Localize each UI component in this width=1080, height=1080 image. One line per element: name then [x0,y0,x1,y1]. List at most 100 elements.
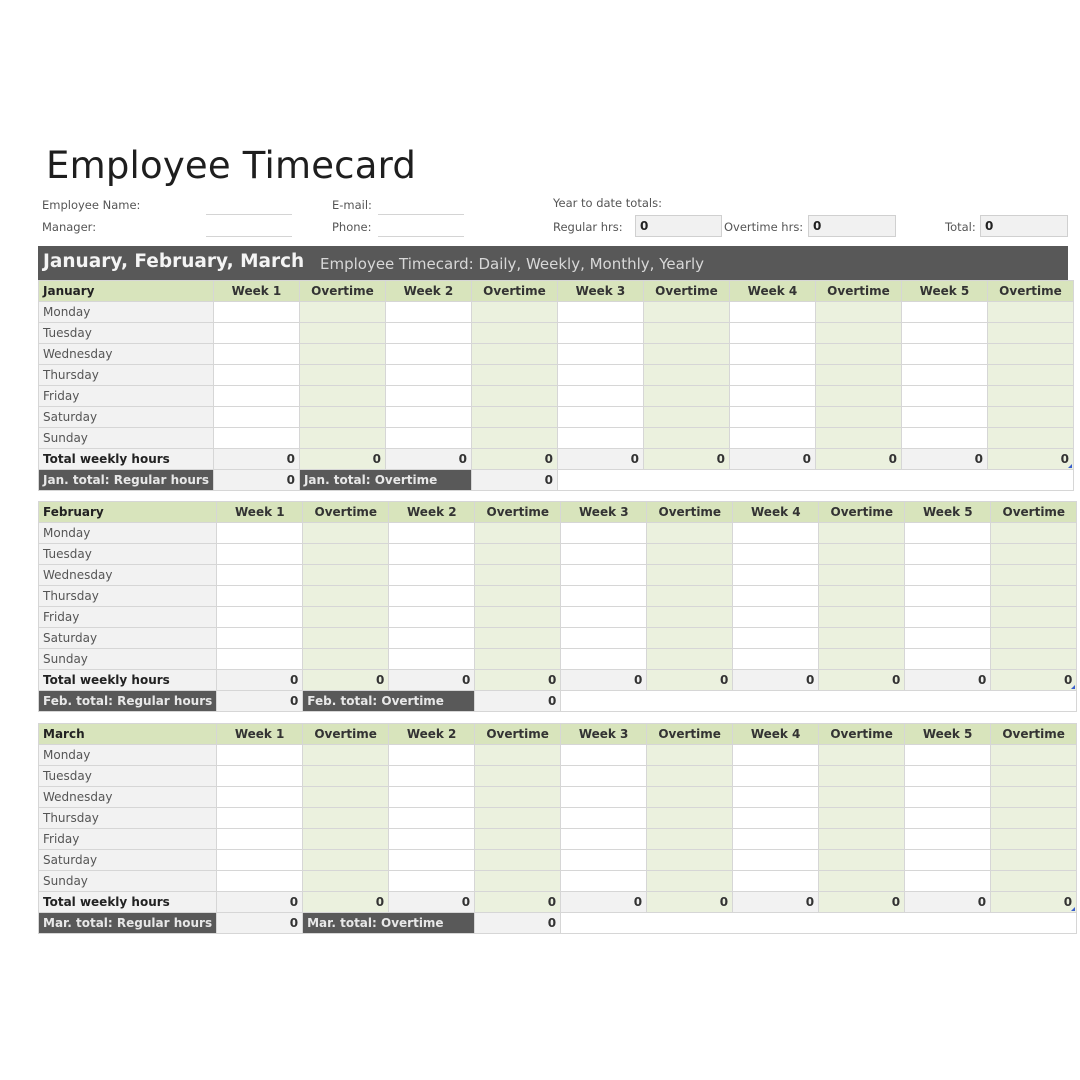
regular-hours-cell[interactable] [904,543,992,565]
regular-hours-cell[interactable] [560,828,648,850]
overtime-hours-cell[interactable] [990,870,1078,892]
overtime-hours-cell[interactable] [818,828,906,850]
overtime-hours-cell[interactable] [302,744,390,766]
overtime-hours-cell[interactable] [990,585,1078,607]
regular-hours-cell[interactable] [904,744,992,766]
overtime-hours-cell[interactable] [814,301,902,323]
regular-hours-cell[interactable] [216,522,304,544]
overtime-hours-cell[interactable] [474,786,562,808]
regular-hours-cell[interactable] [904,807,992,829]
regular-hours-cell[interactable] [212,385,300,407]
regular-hours-cell[interactable] [556,427,644,449]
overtime-hours-cell[interactable] [302,606,390,628]
overtime-hours-cell[interactable] [302,585,390,607]
overtime-hours-cell[interactable] [302,564,390,586]
ytd-total-value[interactable]: 0 [980,215,1068,237]
overtime-hours-cell[interactable] [646,786,734,808]
regular-hours-cell[interactable] [732,870,820,892]
overtime-hours-cell[interactable] [990,786,1078,808]
regular-hours-cell[interactable] [388,606,476,628]
overtime-hours-cell[interactable] [990,543,1078,565]
regular-hours-cell[interactable] [732,543,820,565]
regular-hours-cell[interactable] [384,322,472,344]
overtime-hours-cell[interactable] [646,870,734,892]
regular-hours-cell[interactable] [556,301,644,323]
overtime-hours-cell[interactable] [470,427,558,449]
regular-hours-cell[interactable] [384,364,472,386]
regular-hours-cell[interactable] [388,564,476,586]
overtime-hours-cell[interactable] [302,870,390,892]
overtime-hours-cell[interactable] [818,627,906,649]
regular-hours-cell[interactable] [556,364,644,386]
overtime-hours-cell[interactable] [818,786,906,808]
overtime-hours-cell[interactable] [990,849,1078,871]
overtime-hours-cell[interactable] [818,543,906,565]
overtime-hours-cell[interactable] [470,385,558,407]
regular-hours-cell[interactable] [216,870,304,892]
overtime-hours-cell[interactable] [642,322,730,344]
regular-hours-cell[interactable] [212,364,300,386]
regular-hours-cell[interactable] [728,364,816,386]
regular-hours-cell[interactable] [728,301,816,323]
overtime-hours-cell[interactable] [302,828,390,850]
regular-hours-cell[interactable] [388,585,476,607]
overtime-hours-cell[interactable] [646,765,734,787]
overtime-hours-cell[interactable] [818,765,906,787]
overtime-hours-cell[interactable] [818,564,906,586]
overtime-hours-cell[interactable] [986,343,1074,365]
overtime-hours-cell[interactable] [298,406,386,428]
regular-hours-cell[interactable] [560,786,648,808]
regular-hours-cell[interactable] [904,627,992,649]
regular-hours-cell[interactable] [732,627,820,649]
regular-hours-cell[interactable] [556,322,644,344]
overtime-hours-cell[interactable] [474,585,562,607]
overtime-hours-cell[interactable] [298,343,386,365]
regular-hours-cell[interactable] [732,564,820,586]
regular-hours-cell[interactable] [732,744,820,766]
regular-hours-cell[interactable] [384,427,472,449]
regular-hours-cell[interactable] [212,343,300,365]
overtime-hours-cell[interactable] [814,427,902,449]
overtime-hours-cell[interactable] [818,807,906,829]
regular-hours-cell[interactable] [728,385,816,407]
regular-hours-cell[interactable] [388,522,476,544]
regular-hours-cell[interactable] [732,786,820,808]
regular-hours-cell[interactable] [904,564,992,586]
overtime-hours-cell[interactable] [986,322,1074,344]
overtime-hours-cell[interactable] [646,849,734,871]
overtime-hours-cell[interactable] [474,828,562,850]
overtime-hours-cell[interactable] [474,807,562,829]
overtime-hours-cell[interactable] [302,765,390,787]
regular-hours-cell[interactable] [212,406,300,428]
regular-hours-cell[interactable] [732,585,820,607]
overtime-hours-cell[interactable] [642,385,730,407]
email-field[interactable] [378,214,464,215]
overtime-hours-cell[interactable] [990,648,1078,670]
overtime-hours-cell[interactable] [298,301,386,323]
regular-hours-cell[interactable] [560,522,648,544]
regular-hours-cell[interactable] [384,343,472,365]
regular-hours-cell[interactable] [556,406,644,428]
regular-hours-cell[interactable] [216,828,304,850]
regular-hours-cell[interactable] [560,585,648,607]
regular-hours-cell[interactable] [556,343,644,365]
regular-hours-cell[interactable] [216,543,304,565]
overtime-hours-cell[interactable] [302,807,390,829]
regular-hours-cell[interactable] [212,427,300,449]
regular-hours-cell[interactable] [728,427,816,449]
overtime-hours-cell[interactable] [818,744,906,766]
regular-hours-cell[interactable] [216,807,304,829]
regular-hours-cell[interactable] [216,744,304,766]
regular-hours-cell[interactable] [732,765,820,787]
regular-hours-cell[interactable] [384,406,472,428]
regular-hours-cell[interactable] [216,786,304,808]
regular-hours-cell[interactable] [900,364,988,386]
regular-hours-cell[interactable] [560,648,648,670]
regular-hours-cell[interactable] [732,828,820,850]
regular-hours-cell[interactable] [900,385,988,407]
regular-hours-cell[interactable] [904,849,992,871]
overtime-hours-cell[interactable] [990,807,1078,829]
regular-hours-cell[interactable] [904,765,992,787]
regular-hours-cell[interactable] [560,807,648,829]
regular-hours-cell[interactable] [560,543,648,565]
